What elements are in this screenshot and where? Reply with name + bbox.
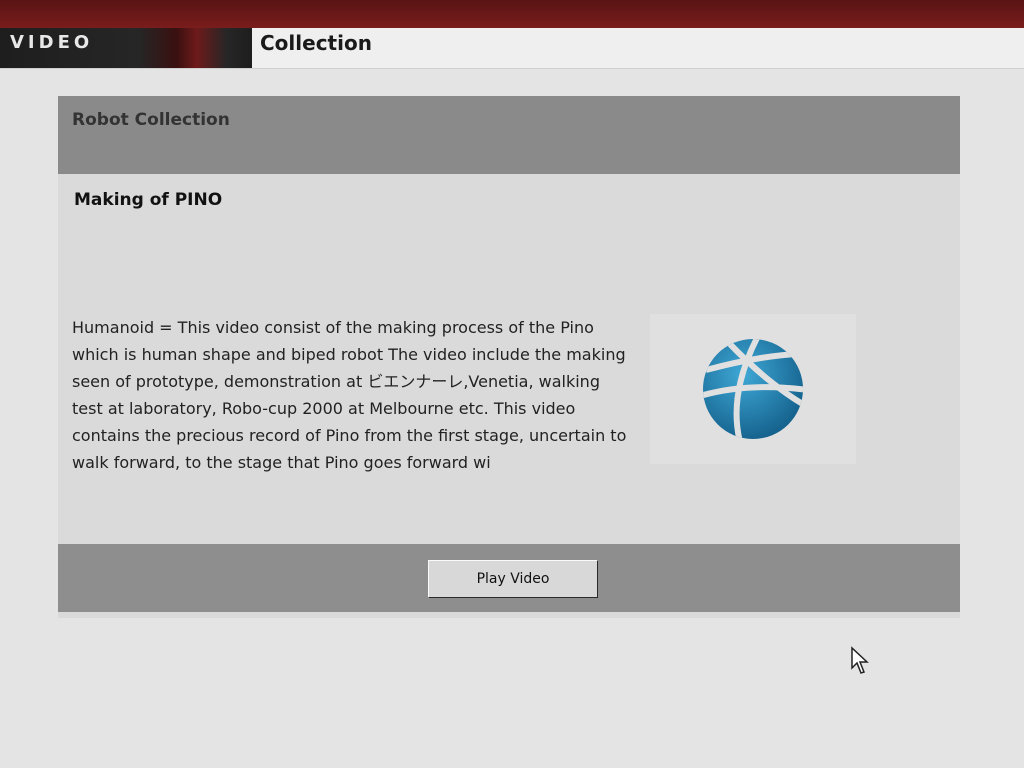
play-video-button[interactable]: Play Video xyxy=(428,560,598,598)
globe-icon xyxy=(703,339,803,439)
collection-title: Robot Collection xyxy=(72,110,230,130)
video-title: Making of PINO xyxy=(74,190,223,210)
mouse-cursor-icon xyxy=(851,646,869,674)
video-detail-panel: Robot Collection Making of PINO Humanoid… xyxy=(58,96,960,618)
panel-footer: Play Video xyxy=(58,544,960,612)
video-section-label: VIDEO xyxy=(10,32,94,53)
navigation-bar: VIDEO Collection xyxy=(0,28,1024,69)
video-thumbnail xyxy=(650,314,856,464)
panel-header: Robot Collection xyxy=(58,96,960,174)
page-title: Collection xyxy=(260,31,372,55)
top-title-bar xyxy=(0,0,1024,28)
video-section-tab[interactable]: VIDEO xyxy=(0,28,252,68)
video-description: Humanoid = This video consist of the mak… xyxy=(72,318,627,472)
